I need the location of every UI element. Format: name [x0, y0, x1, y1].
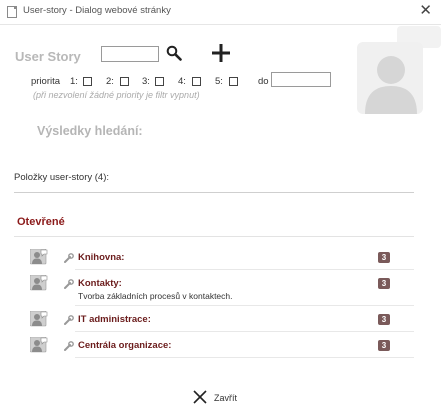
- user-avatar-icon: [30, 275, 48, 291]
- user-avatar-icon: [30, 249, 48, 265]
- story-name-link[interactable]: Kontakty:: [78, 278, 122, 289]
- results-heading: Výsledky hledání:: [37, 124, 143, 138]
- story-row: Centrála organizace: 3: [30, 337, 414, 358]
- priority-option-5-label: 5:: [215, 76, 223, 87]
- priority-option-4-label: 4:: [178, 76, 186, 87]
- page-icon: [7, 6, 17, 18]
- row-divider: [75, 269, 414, 270]
- story-row: Knihovna: 3: [30, 249, 414, 270]
- row-divider: [75, 305, 414, 306]
- user-story-label: User Story: [15, 49, 81, 64]
- priority-option-1-label: 1:: [70, 76, 78, 87]
- window-title: User-story - Dialog webové stránky: [23, 5, 171, 16]
- story-row: IT administrace: 3: [30, 311, 414, 332]
- story-description: Tvorba základních procesů v kontaktech.: [78, 291, 233, 301]
- priority-badge: 3: [378, 314, 390, 325]
- story-name-link[interactable]: Knihovna:: [78, 252, 124, 263]
- plus-icon[interactable]: [211, 43, 231, 63]
- story-name-link[interactable]: Centrála organizace:: [78, 340, 171, 351]
- priority-label: priorita: [31, 76, 61, 87]
- user-avatar-icon: [30, 311, 48, 327]
- wrench-icon: [64, 279, 74, 289]
- row-divider: [75, 331, 414, 332]
- priority-4-checkbox[interactable]: [192, 77, 201, 86]
- story-row: Kontakty: Tvorba základních procesů v ko…: [30, 275, 414, 306]
- close-button-label: Zavřít: [214, 393, 238, 403]
- search-input[interactable]: [101, 46, 159, 62]
- priority-badge: 3: [378, 340, 390, 351]
- wrench-icon: [64, 341, 74, 351]
- priority-to-label: do: [258, 76, 269, 87]
- divider: [14, 192, 414, 193]
- story-name-link[interactable]: IT administrace:: [78, 314, 151, 325]
- priority-badge: 3: [378, 252, 390, 263]
- search-icon[interactable]: [166, 45, 182, 61]
- priority-hint: (při nezvolení žádné priority je filtr v…: [33, 90, 200, 100]
- priority-option-3-label: 3:: [142, 76, 150, 87]
- priority-to-input[interactable]: [271, 72, 331, 87]
- priority-2-checkbox[interactable]: [120, 77, 129, 86]
- priority-5-checkbox[interactable]: [229, 77, 238, 86]
- user-avatar-icon: [357, 26, 441, 114]
- section-divider: [14, 236, 414, 237]
- user-avatar-icon: [30, 337, 48, 353]
- priority-option-2-label: 2:: [106, 76, 114, 87]
- wrench-icon: [64, 315, 74, 325]
- items-count: Položky user-story (4):: [14, 172, 110, 183]
- wrench-icon: [64, 253, 74, 263]
- section-title-open: Otevřené: [17, 216, 65, 228]
- priority-1-checkbox[interactable]: [83, 77, 92, 86]
- x-icon: [193, 390, 207, 404]
- priority-badge: 3: [378, 278, 390, 289]
- row-divider: [75, 357, 414, 358]
- priority-3-checkbox[interactable]: [155, 77, 164, 86]
